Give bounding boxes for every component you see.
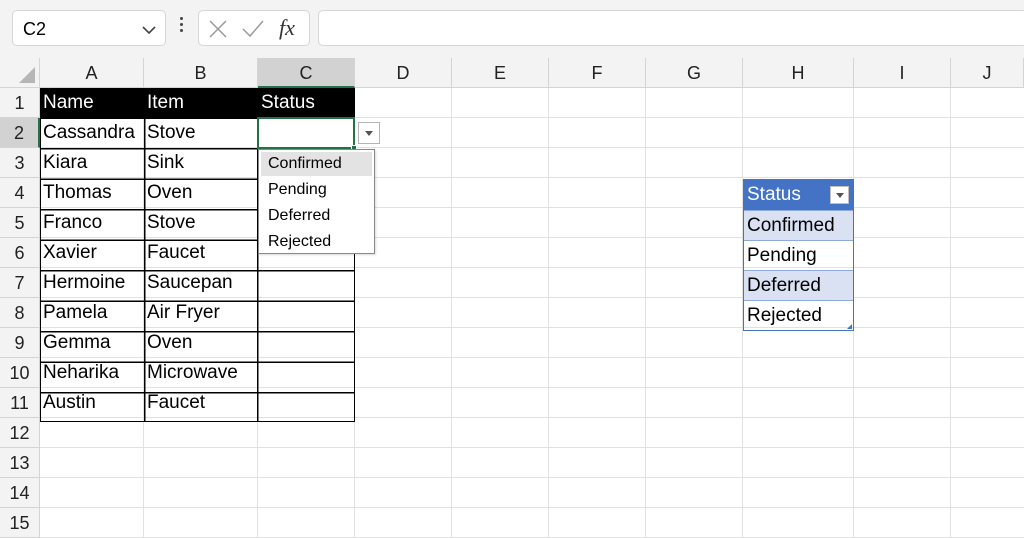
- cell-item[interactable]: Microwave: [144, 358, 258, 388]
- row-header-15[interactable]: 15: [0, 508, 40, 538]
- cell-name[interactable]: Kiara: [40, 148, 144, 178]
- name-box[interactable]: C2: [12, 10, 166, 46]
- column-header-j[interactable]: J: [951, 58, 1024, 88]
- cell-name[interactable]: Gemma: [40, 328, 144, 358]
- status-list-item[interactable]: Confirmed: [744, 210, 853, 240]
- formula-bar: C2 fx: [0, 0, 1024, 58]
- cell-item[interactable]: Faucet: [144, 388, 258, 418]
- cell-name[interactable]: Austin: [40, 388, 144, 418]
- column-header-b[interactable]: B: [144, 58, 258, 88]
- row-header-14[interactable]: 14: [0, 478, 40, 508]
- column-header-h[interactable]: H: [743, 58, 854, 88]
- cell-item[interactable]: Stove: [144, 118, 258, 148]
- validation-dropdown-list: Confirmed Pending Deferred Rejected: [258, 149, 375, 254]
- cell-name[interactable]: Cassandra: [40, 118, 144, 148]
- cancel-icon[interactable]: [208, 20, 228, 43]
- table-resize-handle[interactable]: [847, 324, 852, 329]
- name-box-value: C2: [23, 19, 47, 39]
- status-list-item[interactable]: Pending: [744, 240, 853, 270]
- status-list-item[interactable]: Rejected: [744, 300, 853, 330]
- cell-name[interactable]: Thomas: [40, 178, 144, 208]
- header-cell-item[interactable]: Item: [144, 88, 258, 118]
- cell-item[interactable]: Faucet: [144, 238, 258, 268]
- formula-buttons: fx: [198, 10, 310, 46]
- header-cell-name[interactable]: Name: [40, 88, 144, 118]
- insert-function-button[interactable]: fx: [279, 15, 295, 41]
- enter-check-icon[interactable]: [241, 20, 265, 43]
- cell-name[interactable]: Pamela: [40, 298, 144, 328]
- select-all-button[interactable]: [0, 58, 40, 88]
- more-options-icon[interactable]: [176, 14, 186, 40]
- row-header-8[interactable]: 8: [0, 298, 40, 328]
- header-cell-status[interactable]: Status: [258, 88, 355, 118]
- column-header-g[interactable]: G: [646, 58, 743, 88]
- column-header-e[interactable]: E: [452, 58, 549, 88]
- chevron-down-icon[interactable]: [142, 22, 156, 40]
- dropdown-option-confirmed[interactable]: Confirmed: [261, 152, 372, 176]
- row-header-4[interactable]: 4: [0, 178, 40, 208]
- cell-name[interactable]: Franco: [40, 208, 144, 238]
- row-header-13[interactable]: 13: [0, 448, 40, 478]
- cell-name[interactable]: Hermoine: [40, 268, 144, 298]
- column-header-f[interactable]: F: [549, 58, 646, 88]
- cell-item[interactable]: Sink: [144, 148, 258, 178]
- row-header-10[interactable]: 10: [0, 358, 40, 388]
- row-header-5[interactable]: 5: [0, 208, 40, 238]
- chevron-down-icon: [836, 193, 844, 198]
- cell-name[interactable]: Xavier: [40, 238, 144, 268]
- cell-name[interactable]: Neharika: [40, 358, 144, 388]
- cell-item[interactable]: Stove: [144, 208, 258, 238]
- column-header-d[interactable]: D: [355, 58, 452, 88]
- status-list-table: Status Confirmed Pending Deferred Reject…: [743, 179, 854, 331]
- dropdown-option-deferred[interactable]: Deferred: [261, 204, 372, 228]
- row-header-11[interactable]: 11: [0, 388, 40, 418]
- status-list-item[interactable]: Deferred: [744, 270, 853, 300]
- active-cell-c2[interactable]: [257, 117, 357, 151]
- row-header-9[interactable]: 9: [0, 328, 40, 358]
- column-header-a[interactable]: A: [40, 58, 144, 88]
- validation-dropdown-button[interactable]: [358, 122, 380, 144]
- cell-item[interactable]: Oven: [144, 178, 258, 208]
- cell-item[interactable]: Saucepan: [144, 268, 258, 298]
- row-header-3[interactable]: 3: [0, 148, 40, 178]
- formula-input[interactable]: [318, 10, 1024, 46]
- row-header-7[interactable]: 7: [0, 268, 40, 298]
- row-header-2[interactable]: 2: [0, 118, 40, 148]
- row-header-1[interactable]: 1: [0, 88, 40, 118]
- row-header-6[interactable]: 6: [0, 238, 40, 268]
- cell-item[interactable]: Air Fryer: [144, 298, 258, 328]
- chevron-down-icon: [365, 131, 373, 136]
- row-header-12[interactable]: 12: [0, 418, 40, 448]
- dropdown-option-rejected[interactable]: Rejected: [261, 230, 372, 254]
- cell-item[interactable]: Oven: [144, 328, 258, 358]
- column-header-i[interactable]: I: [854, 58, 951, 88]
- dropdown-option-pending[interactable]: Pending: [261, 178, 372, 202]
- filter-dropdown-button[interactable]: [830, 186, 849, 204]
- column-header-c[interactable]: C: [258, 58, 355, 88]
